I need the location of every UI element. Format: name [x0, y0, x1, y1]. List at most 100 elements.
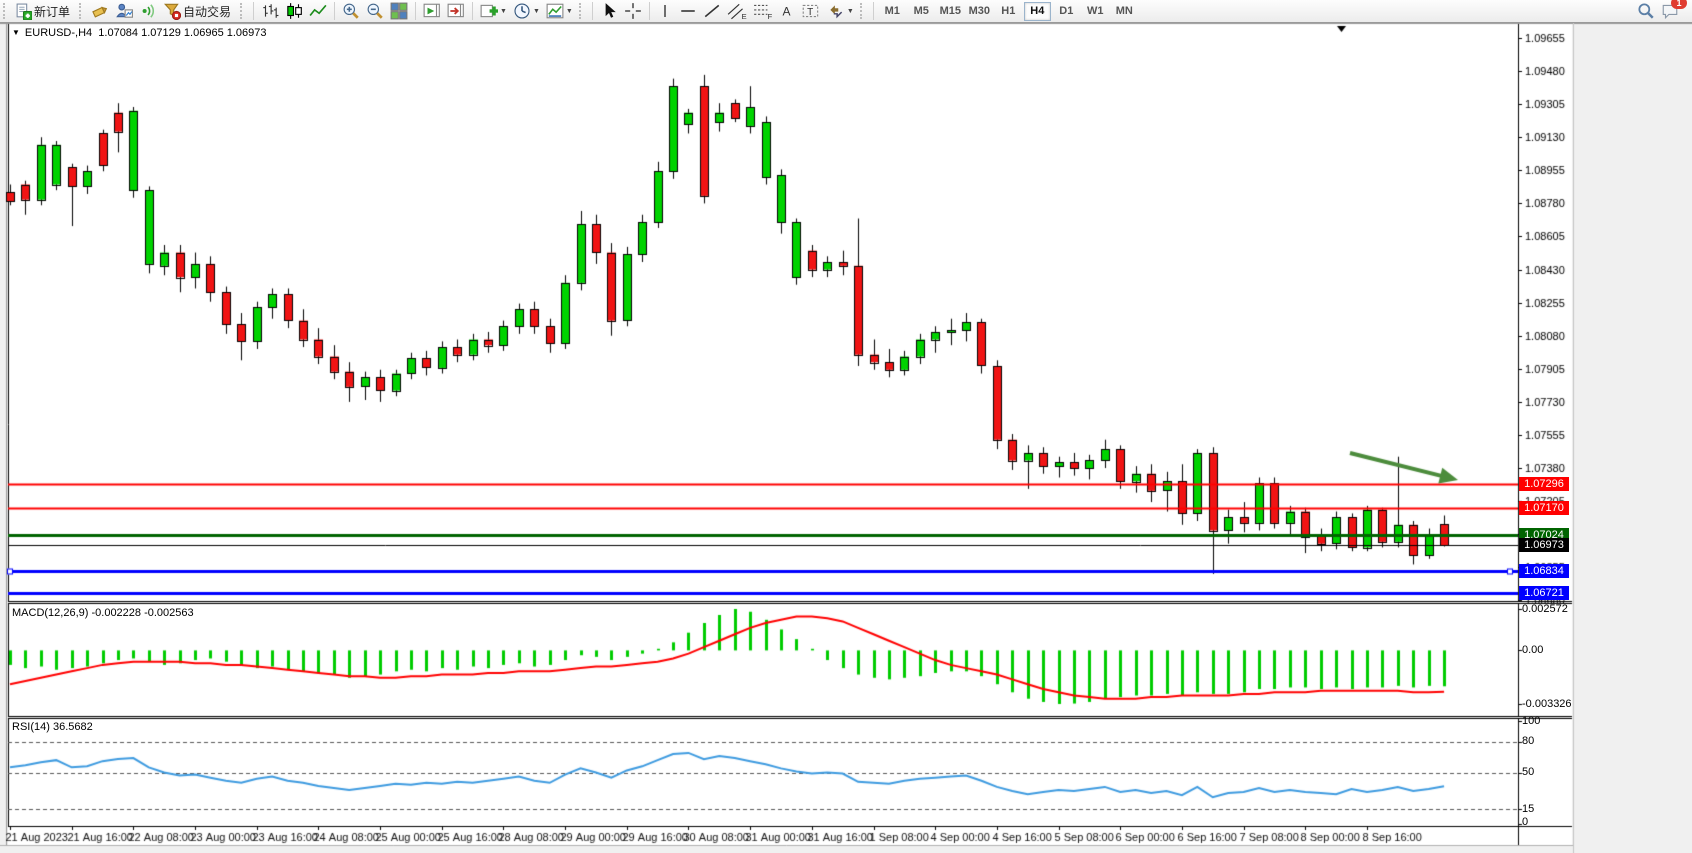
rsi-axis-80: 80 — [1522, 735, 1534, 747]
text-button[interactable]: A — [776, 0, 798, 23]
chat-button[interactable]: 1 — [1658, 0, 1682, 23]
tile-windows-button[interactable] — [387, 0, 411, 23]
tf-button-M1[interactable]: M1 — [879, 2, 906, 21]
macd-axis-zero: 0.00 — [1522, 644, 1543, 656]
chevron-down-icon[interactable]: ▼ — [12, 28, 20, 37]
horizontal-line-button[interactable] — [676, 0, 700, 23]
auto-scroll-icon — [423, 2, 441, 20]
macd-axis-min: -0.003326 — [1522, 698, 1572, 710]
toolbar-separator — [415, 2, 416, 20]
toolbar-grip[interactable] — [3, 3, 8, 19]
tf-button-H4[interactable]: H4 — [1024, 2, 1051, 21]
chevron-down-icon: ▼ — [847, 8, 854, 15]
macd-axis-max: 0.002572 — [1522, 603, 1568, 615]
autotrade-label: 自动交易 — [183, 3, 231, 20]
equidistant-channel-icon: E — [727, 2, 747, 20]
macd-indicator-label: MACD(12,26,9) -0.002228 -0.002563 — [12, 607, 194, 619]
bar-chart-button[interactable] — [258, 0, 282, 23]
autotrade-button[interactable]: 自动交易 — [160, 0, 237, 23]
svg-text:T: T — [807, 7, 813, 18]
trendline-icon — [703, 2, 721, 20]
toolbar-grip[interactable] — [860, 3, 865, 19]
tf-button-M5[interactable]: M5 — [908, 2, 935, 21]
svg-text:F: F — [767, 12, 772, 20]
chart-shift-icon — [447, 2, 465, 20]
auto-scroll-button[interactable] — [420, 0, 444, 23]
toolbar-separator — [592, 2, 593, 20]
candlestick-chart-button[interactable] — [282, 0, 306, 23]
crosshair-icon — [624, 2, 642, 20]
zoom-out-button[interactable] — [363, 0, 387, 23]
chart-shift-button[interactable] — [444, 0, 468, 23]
trendline-button[interactable] — [700, 0, 724, 23]
tf-button-W1[interactable]: W1 — [1082, 2, 1109, 21]
templates-icon — [546, 2, 564, 20]
arrows-tool-icon — [827, 2, 845, 20]
macd-name: MACD(12,26,9) — [12, 607, 88, 619]
crayon-icon — [91, 2, 109, 20]
search-button[interactable] — [1634, 0, 1658, 23]
rsi-axis-0: 0 — [1522, 816, 1528, 828]
line-chart-button[interactable] — [306, 0, 330, 23]
bar-chart-icon — [261, 2, 279, 20]
rsi-axis-50: 50 — [1522, 766, 1534, 778]
zoom-out-icon — [366, 2, 384, 20]
vertical-line-button[interactable] — [654, 0, 676, 23]
chart-symbol: EURUSD-,H4 — [25, 27, 92, 39]
arrows-tool-button[interactable]: ▼ — [824, 0, 857, 23]
strategy-tester-button[interactable] — [112, 0, 136, 23]
periods-button[interactable]: ▼ — [510, 0, 543, 23]
rsi-indicator-label: RSI(14) 36.5682 — [12, 721, 93, 733]
toolbar-separator — [873, 2, 874, 20]
autotrade-icon — [163, 2, 181, 20]
chart-ohlc: 1.07084 1.07129 1.06965 1.06973 — [98, 27, 266, 39]
new-order-icon — [15, 3, 32, 20]
chart-canvas[interactable] — [0, 0, 1692, 853]
chevron-down-icon: ▼ — [533, 8, 540, 15]
clock-icon — [513, 2, 531, 20]
zoom-in-button[interactable] — [339, 0, 363, 23]
line-chart-icon — [309, 2, 327, 20]
equidistant-channel-button[interactable]: E — [724, 0, 750, 23]
tester-icon — [115, 2, 133, 20]
mt4-window: 新订单 自动交易 — [0, 0, 1692, 853]
toolbar: 新订单 自动交易 — [0, 0, 1692, 23]
toolbar-grip[interactable] — [579, 3, 584, 19]
cursor-icon — [600, 2, 618, 20]
text-label-button[interactable]: T — [798, 0, 824, 23]
fibonacci-icon: F — [753, 2, 773, 20]
new-order-label: 新订单 — [34, 3, 70, 20]
zoom-in-icon — [342, 2, 360, 20]
styler-button[interactable] — [88, 0, 112, 23]
tf-button-H1[interactable]: H1 — [995, 2, 1022, 21]
crosshair-button[interactable] — [621, 0, 645, 23]
price-line-label: 1.06721 — [1519, 586, 1569, 600]
macd-values: -0.002228 -0.002563 — [91, 607, 193, 619]
new-order-button[interactable]: 新订单 — [12, 0, 76, 23]
tf-button-M30[interactable]: M30 — [966, 2, 993, 21]
tf-button-MN[interactable]: MN — [1111, 2, 1138, 21]
chart-title: ▼ EURUSD-,H4 1.07084 1.07129 1.06965 1.06… — [12, 27, 267, 39]
price-line-label: 1.06973 — [1519, 538, 1569, 552]
svg-text:A: A — [782, 5, 790, 19]
text-icon: A — [779, 2, 795, 20]
search-icon — [1637, 2, 1655, 20]
indicators-icon — [480, 2, 498, 20]
toolbar-grip[interactable] — [240, 3, 245, 19]
chat-badge: 1 — [1671, 0, 1687, 9]
rsi-name: RSI(14) — [12, 721, 50, 733]
toolbar-separator — [334, 2, 335, 20]
rsi-axis-100: 100 — [1522, 715, 1540, 727]
sound-button[interactable] — [136, 0, 160, 23]
price-line-label: 1.06834 — [1519, 564, 1569, 578]
tile-windows-icon — [390, 2, 408, 20]
templates-button[interactable]: ▼ — [543, 0, 576, 23]
tf-button-D1[interactable]: D1 — [1053, 2, 1080, 21]
tf-button-M15[interactable]: M15 — [937, 2, 964, 21]
fibonacci-button[interactable]: F — [750, 0, 776, 23]
cursor-button[interactable] — [597, 0, 621, 23]
vertical-line-icon — [657, 2, 673, 20]
price-line-label: 1.07170 — [1519, 501, 1569, 515]
toolbar-grip[interactable] — [79, 3, 84, 19]
indicators-button[interactable]: ▼ — [477, 0, 510, 23]
